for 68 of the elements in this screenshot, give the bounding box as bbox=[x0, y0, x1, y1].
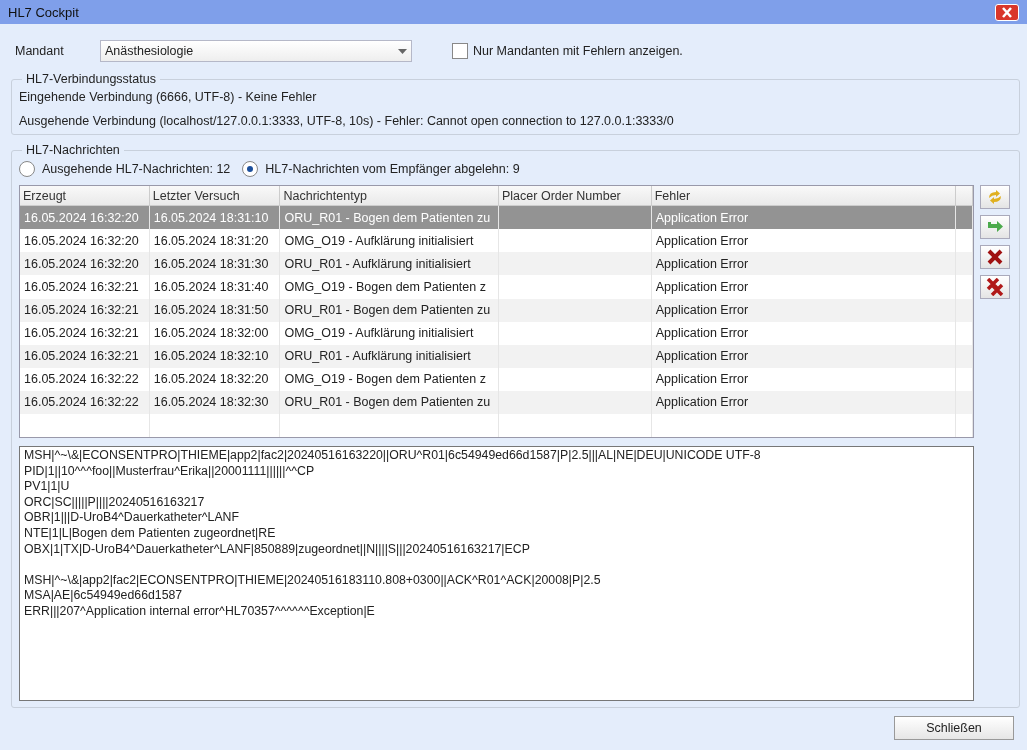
table-cell: Application Error bbox=[651, 344, 957, 368]
table-cell: OMG_O19 - Aufklärung initialisiert bbox=[280, 321, 499, 345]
message-line: ORC|SC|||||P||||20240516163217 bbox=[24, 494, 206, 511]
table-cell: Application Error bbox=[651, 275, 957, 299]
mandant-dropdown[interactable]: Anästhesiologie bbox=[100, 40, 412, 62]
table-cell: 16.05.2024 16:32:21 bbox=[20, 275, 150, 299]
table-cell: 16.05.2024 18:32:20 bbox=[149, 367, 281, 391]
table-cell: OMG_O19 - Bogen dem Patienten z bbox=[280, 275, 499, 299]
table-cell: ORU_R01 - Aufklärung initialisiert bbox=[280, 344, 499, 368]
window-title: HL7 Cockpit bbox=[8, 4, 79, 20]
table-cell: 16.05.2024 18:31:50 bbox=[149, 298, 281, 322]
messages-title: HL7-Nachrichten bbox=[25, 143, 121, 157]
table-cell: 16.05.2024 16:32:21 bbox=[20, 321, 150, 345]
delete-all-button[interactable] bbox=[980, 275, 1010, 299]
radio-label: Ausgehende HL7-Nachrichten: 12 bbox=[42, 162, 231, 176]
radio-button[interactable] bbox=[242, 161, 259, 177]
table-cell: Application Error bbox=[651, 321, 957, 345]
column-header[interactable]: Nachrichtentyp bbox=[280, 186, 499, 206]
column-header[interactable]: Placer Order Number bbox=[499, 186, 652, 206]
table-cell: 16.05.2024 18:31:40 bbox=[149, 275, 281, 299]
radio-label: HL7-Nachrichten vom Empfänger abgelehn: 9 bbox=[265, 162, 520, 176]
message-line: OBX|1|TX|D-UroB4^Dauerkatheter^LANF|850889|zugeordnet||N||||S|||20240516163217|ECP bbox=[24, 541, 531, 558]
table-cell: 16.05.2024 16:32:21 bbox=[20, 344, 150, 368]
table-cell: 16.05.2024 16:32:22 bbox=[20, 367, 150, 391]
table-row[interactable]: 16.05.2024 16:32:21 16.05.2024 18:32:10 ORU_R01 - Aufklärung initialisiert Application Error bbox=[20, 344, 973, 368]
table-cell: 16.05.2024 18:32:30 bbox=[149, 390, 281, 414]
close-icon bbox=[1001, 6, 1013, 18]
close-button[interactable] bbox=[995, 3, 1019, 21]
table-row[interactable]: 16.05.2024 16:32:22 16.05.2024 18:32:30 ORU_R01 - Bogen dem Patienten zu Application Error bbox=[20, 390, 973, 414]
message-line: NTE|1|L|Bogen dem Patienten zugeordnet|RE bbox=[24, 525, 277, 542]
table-cell: Application Error bbox=[651, 298, 957, 322]
table-cell: 16.05.2024 16:32:21 bbox=[20, 298, 150, 322]
message-line: MSA|AE|6c54949ed66d1587 bbox=[24, 588, 184, 604]
table-cell: 16.05.2024 16:32:22 bbox=[20, 390, 150, 414]
table-cell: Application Error bbox=[651, 390, 957, 414]
table-cell: ORU_R01 - Bogen dem Patienten zu bbox=[280, 390, 499, 414]
table-cell: 16.05.2024 18:32:10 bbox=[149, 344, 281, 368]
mandant-label: Mandant bbox=[15, 44, 65, 58]
radio-button[interactable] bbox=[19, 161, 35, 177]
checkbox[interactable] bbox=[452, 43, 468, 59]
message-line: ERR|||207^Application internal error^HL70357^^^^^^Exception|E bbox=[24, 603, 376, 620]
caret-icon bbox=[397, 48, 407, 54]
message-text-area[interactable] bbox=[19, 446, 974, 701]
message-line: MSH|^~\&|app2|fac2|ECONSENTPRO|THIEME|20240516183110.808+0300||ACK^R01^ACK|20008|P|2.5 bbox=[24, 572, 602, 589]
delete-button[interactable] bbox=[980, 245, 1010, 269]
message-line: PID|1||10^^^foo||Musterfrau^Erika||20001111||||||^^CP bbox=[24, 463, 316, 480]
table-cell: Application Error bbox=[651, 367, 957, 391]
column-header[interactable]: Erzeugt bbox=[20, 186, 150, 206]
column-header[interactable]: Fehler bbox=[651, 186, 957, 206]
close-button[interactable]: Schließen bbox=[894, 716, 1014, 740]
table-cell: 16.05.2024 18:32:00 bbox=[149, 321, 281, 345]
refresh-icon bbox=[986, 189, 1004, 205]
status-title: HL7-Verbindungsstatus bbox=[25, 72, 157, 86]
message-line: PV1|1|U bbox=[24, 479, 71, 495]
arrow-icon bbox=[986, 220, 1004, 234]
status-line: Eingehende Verbindung (6666, UTF-8) - Keine Fehler bbox=[19, 90, 318, 104]
message-line: OBR|1|||D-UroB4^Dauerkatheter^LANF bbox=[24, 510, 240, 526]
table-row[interactable]: 16.05.2024 16:32:21 16.05.2024 18:31:50 ORU_R01 - Bogen dem Patienten zu Application Error bbox=[20, 298, 973, 322]
column-header[interactable]: Letzter Versuch bbox=[149, 186, 281, 206]
message-line: MSH|^~\&|ECONSENTPRO|THIEME|app2|fac2|20240516163220||ORU^R01|6c54949ed66d1587|P|2.5|||AL|NE|DEU|UNICODE UTF-8 bbox=[24, 448, 762, 464]
double-cross-icon bbox=[986, 278, 1004, 296]
status-line: Ausgehende Verbindung (localhost/127.0.0.1:3333, UTF-8, 10s) - Fehler: Cannot open connection to 127.0.0.1:3333/0 bbox=[19, 114, 675, 128]
checkbox-label: Nur Mandanten mit Fehlern anzeigen. bbox=[473, 44, 683, 58]
table-row[interactable]: 16.05.2024 16:32:20 16.05.2024 18:31:30 ORU_R01 - Aufklärung initialisiert Application Error bbox=[20, 252, 973, 276]
cross-icon bbox=[987, 249, 1003, 265]
resend-button[interactable] bbox=[980, 215, 1010, 239]
table-cell: OMG_O19 - Bogen dem Patienten z bbox=[280, 367, 499, 391]
table-cell: ORU_R01 - Bogen dem Patienten zu bbox=[280, 298, 499, 322]
